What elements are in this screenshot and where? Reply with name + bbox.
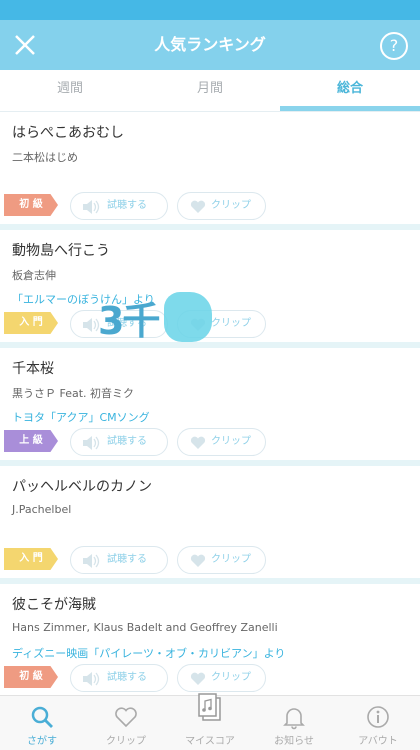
level-badge: 初 級 [4, 194, 58, 216]
song-title: 千本桜 [12, 361, 54, 377]
tabbar-notifications[interactable]: お知らせ [252, 696, 336, 750]
song-artist: 板倉志伸 [12, 269, 56, 282]
level-badge: 入 門 [4, 312, 58, 334]
clip-label: クリップ [211, 436, 251, 447]
search-icon [31, 706, 53, 728]
nav-bar: 人気ランキング ? [0, 20, 420, 70]
tabbar-label: お知らせ [274, 736, 314, 747]
bell-icon [283, 708, 305, 730]
clip-label: クリップ [211, 318, 251, 329]
tabbar-clip[interactable]: クリップ [84, 696, 168, 750]
tabbar-label: マイスコア [185, 736, 235, 747]
listen-label: 試聴する [107, 436, 147, 447]
level-badge: 上 級 [4, 430, 58, 452]
clip-label: クリップ [211, 554, 251, 565]
clip-button[interactable]: クリップ [177, 428, 266, 456]
tabbar-my-score[interactable]: マイスコア [168, 693, 252, 750]
song-artist: 二本松はじめ [12, 151, 78, 164]
speaker-icon [83, 200, 100, 214]
song-note: トヨタ「アクア」CMソング [12, 411, 150, 424]
listen-button[interactable]: 試聴する [70, 192, 168, 220]
help-button[interactable]: ? [380, 32, 408, 60]
song-artist: J.Pachelbel [12, 503, 72, 516]
song-title: 彼こそが海賊 [12, 597, 96, 613]
speaker-icon [83, 554, 100, 568]
list-item[interactable]: はらぺこあおむし 二本松はじめ 初 級 試聴する クリップ [0, 112, 420, 230]
level-badge: 入 門 [4, 548, 58, 570]
song-title: 動物島へ行こう [12, 243, 110, 259]
song-note: ディズニー映画「パイレーツ・オブ・カリビアン」より [12, 647, 286, 660]
clip-button[interactable]: クリップ [177, 192, 266, 220]
song-artist: 黒うさＰ Feat. 初音ミク [12, 387, 135, 400]
clip-label: クリップ [211, 672, 251, 683]
listen-button[interactable]: 試聴する [70, 546, 168, 574]
tab-weekly[interactable]: 週間 [0, 70, 140, 112]
list-item[interactable]: 彼こそが海賊 Hans Zimmer, Klaus Badelt and Geo… [0, 584, 420, 695]
counter-overlay: 3千 [98, 290, 214, 344]
counter-overlay-blob [164, 292, 212, 342]
heart-icon [190, 436, 206, 449]
listen-label: 試聴する [107, 672, 147, 683]
clip-label: クリップ [211, 200, 251, 211]
status-bar [0, 0, 420, 20]
tabbar-about[interactable]: アバウト [336, 696, 420, 750]
listen-label: 試聴する [107, 554, 147, 565]
listen-label: 試聴する [107, 200, 147, 211]
bottom-tab-bar: さがす クリップ マイスコア お知らせ アバウト [0, 693, 420, 750]
tabbar-label: クリップ [106, 736, 146, 747]
listen-button[interactable]: 試聴する [70, 664, 168, 692]
counter-overlay-text: 3千 [98, 299, 160, 343]
active-tab-indicator [280, 106, 420, 111]
heart-icon [190, 554, 206, 567]
help-icon: ? [389, 36, 399, 55]
song-title: パッヘルベルのカノン [12, 479, 152, 495]
tabbar-search[interactable]: さがす [0, 696, 84, 750]
info-icon [367, 706, 389, 728]
heart-icon [115, 707, 137, 728]
song-title: はらぺこあおむし [12, 125, 124, 141]
clip-button[interactable]: クリップ [177, 664, 266, 692]
page-title: 人気ランキング [154, 35, 266, 54]
list-item[interactable]: パッヘルベルのカノン J.Pachelbel 入 門 試聴する クリップ [0, 466, 420, 584]
heart-icon [190, 200, 206, 213]
listen-button[interactable]: 試聴する [70, 428, 168, 456]
level-badge: 初 級 [4, 666, 58, 688]
speaker-icon [83, 672, 100, 686]
tabbar-label: さがす [27, 736, 57, 747]
heart-icon [190, 672, 206, 685]
tabbar-label: アバウト [358, 736, 398, 747]
speaker-icon [83, 436, 100, 450]
list-item[interactable]: 千本桜 黒うさＰ Feat. 初音ミク トヨタ「アクア」CMソング 上 級 試聴… [0, 348, 420, 466]
ranking-list[interactable]: はらぺこあおむし 二本松はじめ 初 級 試聴する クリップ 動物島へ行こう 板倉… [0, 112, 420, 695]
song-artist: Hans Zimmer, Klaus Badelt and Geoffrey Z… [12, 621, 278, 634]
score-icon [198, 693, 221, 721]
tab-monthly[interactable]: 月間 [140, 70, 280, 112]
clip-button[interactable]: クリップ [177, 546, 266, 574]
